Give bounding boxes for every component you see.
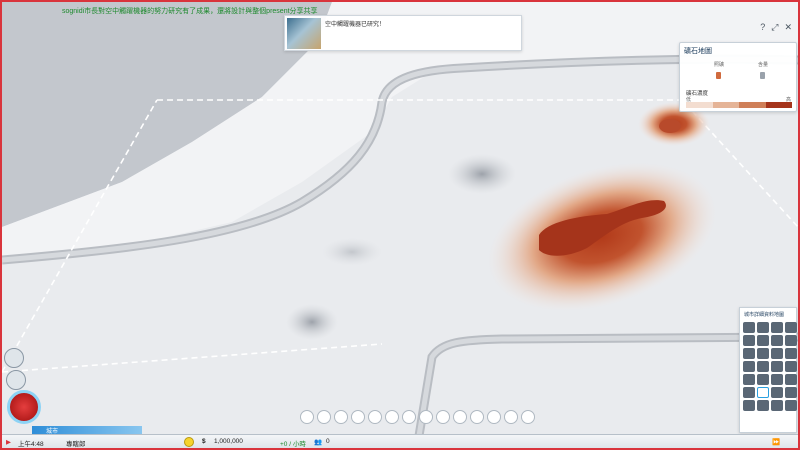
col1-label: 照礦 bbox=[714, 62, 725, 68]
data-map-icon[interactable] bbox=[757, 400, 769, 411]
data-map-icon[interactable] bbox=[785, 348, 797, 359]
data-map-icon[interactable] bbox=[757, 322, 769, 333]
data-map-icon[interactable] bbox=[757, 361, 769, 372]
data-map-icon[interactable] bbox=[785, 400, 797, 411]
notification-thumbnail bbox=[287, 18, 321, 49]
road-icon[interactable] bbox=[317, 410, 331, 424]
data-map-icon[interactable] bbox=[743, 348, 755, 359]
fire-icon[interactable] bbox=[436, 410, 450, 424]
tool-icon-b[interactable] bbox=[6, 370, 26, 390]
ore-map-panel: 礦石地圖 照礦 含量 礦石濃度 低 高 bbox=[679, 42, 797, 112]
data-map-icon[interactable] bbox=[771, 348, 783, 359]
data-map-icon[interactable] bbox=[771, 400, 783, 411]
education-icon[interactable] bbox=[470, 410, 484, 424]
transport-icon[interactable] bbox=[487, 410, 501, 424]
data-map-icon[interactable] bbox=[771, 387, 783, 398]
data-map-icon[interactable] bbox=[785, 361, 797, 372]
income-rate: +0 / 小時 bbox=[280, 441, 306, 448]
happiness-icon[interactable] bbox=[184, 437, 194, 447]
status-bar: ▶ 上午4:48 專瞎郎 $ 1,000,000 +0 / 小時 👥 0 ⏩ bbox=[2, 434, 798, 448]
money-value: 1,000,000 bbox=[214, 438, 243, 445]
data-map-icon[interactable] bbox=[771, 322, 783, 333]
notification-card[interactable]: 空中觸躍機器已研究！ bbox=[284, 15, 522, 51]
data-map-grid bbox=[743, 322, 797, 411]
data-map-icon[interactable] bbox=[785, 374, 797, 385]
data-map-icon[interactable] bbox=[757, 374, 769, 385]
police-icon[interactable] bbox=[453, 410, 467, 424]
data-map-icon[interactable] bbox=[785, 335, 797, 346]
density-legend-bar bbox=[686, 102, 792, 108]
data-map-icon[interactable] bbox=[757, 387, 769, 398]
zone-icon[interactable] bbox=[300, 410, 314, 424]
power-icon[interactable] bbox=[334, 410, 348, 424]
data-map-icon[interactable] bbox=[743, 374, 755, 385]
data-map-icon[interactable] bbox=[785, 387, 797, 398]
city-button[interactable] bbox=[7, 390, 41, 424]
data-map-icon[interactable] bbox=[757, 335, 769, 346]
time-label: 上午4:48 bbox=[18, 441, 44, 448]
population-value: 0 bbox=[326, 438, 330, 445]
data-map-icon[interactable] bbox=[771, 374, 783, 385]
population-icon: 👥 bbox=[314, 439, 323, 446]
health-icon[interactable] bbox=[419, 410, 433, 424]
build-toolbar bbox=[300, 410, 535, 424]
window-controls: ? ⤢ ✕ bbox=[760, 22, 792, 33]
close-icon[interactable]: ✕ bbox=[784, 22, 792, 33]
data-map-icon[interactable] bbox=[771, 361, 783, 372]
tool-icon-a[interactable] bbox=[4, 348, 24, 368]
data-map-icon[interactable] bbox=[743, 322, 755, 333]
data-map-icon[interactable] bbox=[743, 361, 755, 372]
sewage-icon[interactable] bbox=[368, 410, 382, 424]
data-panel-title: 城市詳細資料地圖 bbox=[744, 312, 785, 318]
city-data-maps-panel: 城市詳細資料地圖 bbox=[739, 307, 797, 433]
col2-label: 含量 bbox=[758, 62, 769, 68]
data-map-icon[interactable] bbox=[743, 400, 755, 411]
water-icon[interactable] bbox=[351, 410, 365, 424]
panel-title: 礦石地圖 bbox=[684, 48, 712, 55]
mayor-name: 專瞎郎 bbox=[66, 441, 86, 448]
help-icon[interactable]: ? bbox=[760, 22, 765, 33]
news-ticker: sognidi市長對空中觸躍機器的努力研究有了成果，還將設計與整個present… bbox=[62, 8, 318, 15]
city-tab[interactable]: 城市 bbox=[32, 426, 142, 435]
ore-swatch bbox=[716, 72, 721, 79]
data-map-icon[interactable] bbox=[771, 335, 783, 346]
park-icon[interactable] bbox=[504, 410, 518, 424]
specialization-icon[interactable] bbox=[521, 410, 535, 424]
garbage-icon[interactable] bbox=[402, 410, 416, 424]
data-map-icon[interactable] bbox=[743, 335, 755, 346]
pause-icon[interactable]: ▶ bbox=[6, 438, 11, 446]
amount-swatch bbox=[760, 72, 765, 79]
maximize-icon[interactable]: ⤢ bbox=[771, 22, 778, 33]
data-map-icon[interactable] bbox=[785, 322, 797, 333]
government-icon[interactable] bbox=[385, 410, 399, 424]
money-icon: $ bbox=[202, 438, 206, 445]
speed-icon[interactable]: ⏩ bbox=[772, 438, 780, 446]
notification-text: 空中觸躍機器已研究！ bbox=[325, 22, 386, 28]
data-map-icon[interactable] bbox=[743, 387, 755, 398]
data-map-icon[interactable] bbox=[757, 348, 769, 359]
